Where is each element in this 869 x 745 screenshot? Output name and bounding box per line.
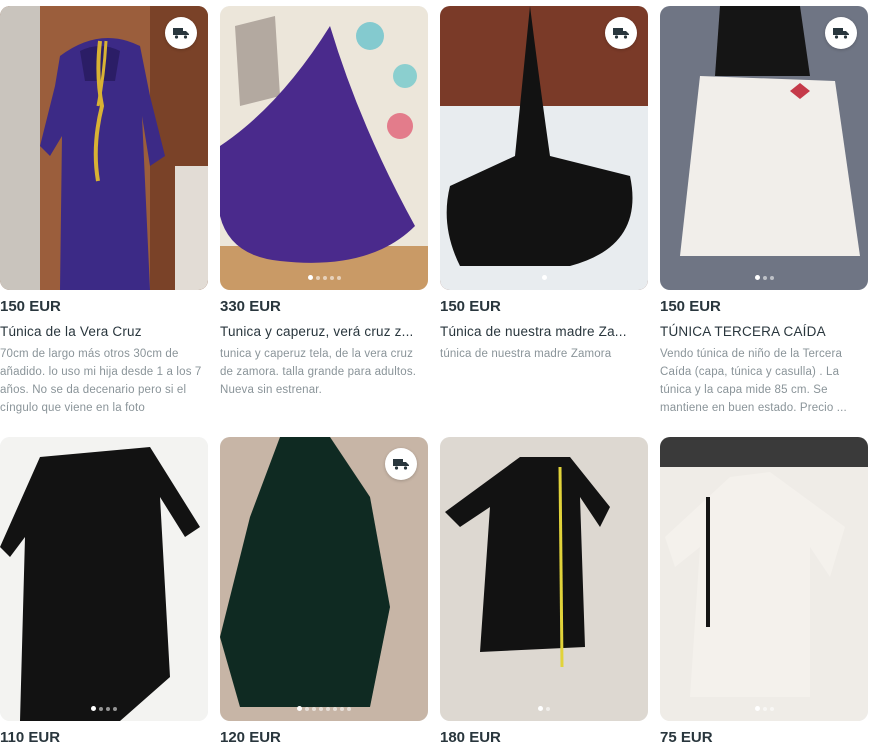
listing-photo[interactable] — [0, 437, 208, 721]
listing-price: 150 EUR — [660, 298, 721, 315]
listing-card[interactable]: 180 EUR — [440, 437, 648, 745]
listing-description: tunica y caperuz tela, de la vera cruz d… — [220, 348, 417, 396]
listing-description: Vendo túnica de niño de la Tercera Caída… — [660, 348, 847, 414]
listing-card[interactable]: 75 EUR — [660, 437, 868, 745]
listing-card[interactable]: 150 EUR Túnica de nuestra madre Za... tú… — [440, 6, 648, 363]
listing-photo[interactable] — [440, 6, 648, 290]
listing-title[interactable]: Túnica de nuestra madre Za... — [440, 322, 648, 342]
listing-description: túnica de nuestra madre Zamora — [440, 348, 612, 360]
listing-price: 75 EUR — [660, 729, 713, 745]
carousel-dots — [220, 275, 428, 280]
listing-card[interactable]: 150 EUR Túnica de la Vera Cruz 70cm de l… — [0, 6, 208, 417]
shipping-badge — [385, 448, 417, 480]
listing-photo[interactable] — [660, 437, 868, 721]
listing-price: 110 EUR — [0, 729, 61, 745]
listing-price: 180 EUR — [440, 729, 501, 745]
carousel-dots — [440, 275, 648, 280]
shipping-badge — [165, 17, 197, 49]
listing-photo[interactable] — [660, 6, 868, 290]
listing-price: 150 EUR — [440, 298, 501, 315]
listing-card[interactable]: 150 EUR TÚNICA TERCERA CAÍDA Vendo túnic… — [660, 6, 868, 417]
truck-icon — [393, 459, 409, 470]
listing-title[interactable]: TÚNICA TERCERA CAÍDA — [660, 322, 868, 342]
listing-photo[interactable] — [220, 6, 428, 290]
truck-icon — [613, 28, 629, 39]
listing-title[interactable]: Tunica y caperuz, verá cruz z... — [220, 322, 428, 342]
listing-card[interactable]: 110 EUR — [0, 437, 208, 745]
carousel-dots — [440, 706, 648, 711]
listing-description: 70cm de largo más otros 30cm de añadido.… — [0, 348, 202, 414]
truck-icon — [833, 28, 849, 39]
listing-photo[interactable] — [220, 437, 428, 721]
carousel-dots — [220, 706, 428, 711]
listing-card[interactable]: 120 EUR — [220, 437, 428, 745]
listing-price: 150 EUR — [0, 298, 61, 315]
listing-photo[interactable] — [440, 437, 648, 721]
listing-price: 330 EUR — [220, 298, 281, 315]
listing-photo[interactable] — [0, 6, 208, 290]
shipping-badge — [605, 17, 637, 49]
truck-icon — [173, 28, 189, 39]
listing-title[interactable]: Túnica de la Vera Cruz — [0, 322, 208, 342]
carousel-dots — [660, 706, 868, 711]
listing-price: 120 EUR — [220, 729, 281, 745]
carousel-dots — [660, 275, 868, 280]
carousel-dots — [0, 706, 208, 711]
shipping-badge — [825, 17, 857, 49]
listing-card[interactable]: 330 EUR Tunica y caperuz, verá cruz z...… — [220, 6, 428, 399]
